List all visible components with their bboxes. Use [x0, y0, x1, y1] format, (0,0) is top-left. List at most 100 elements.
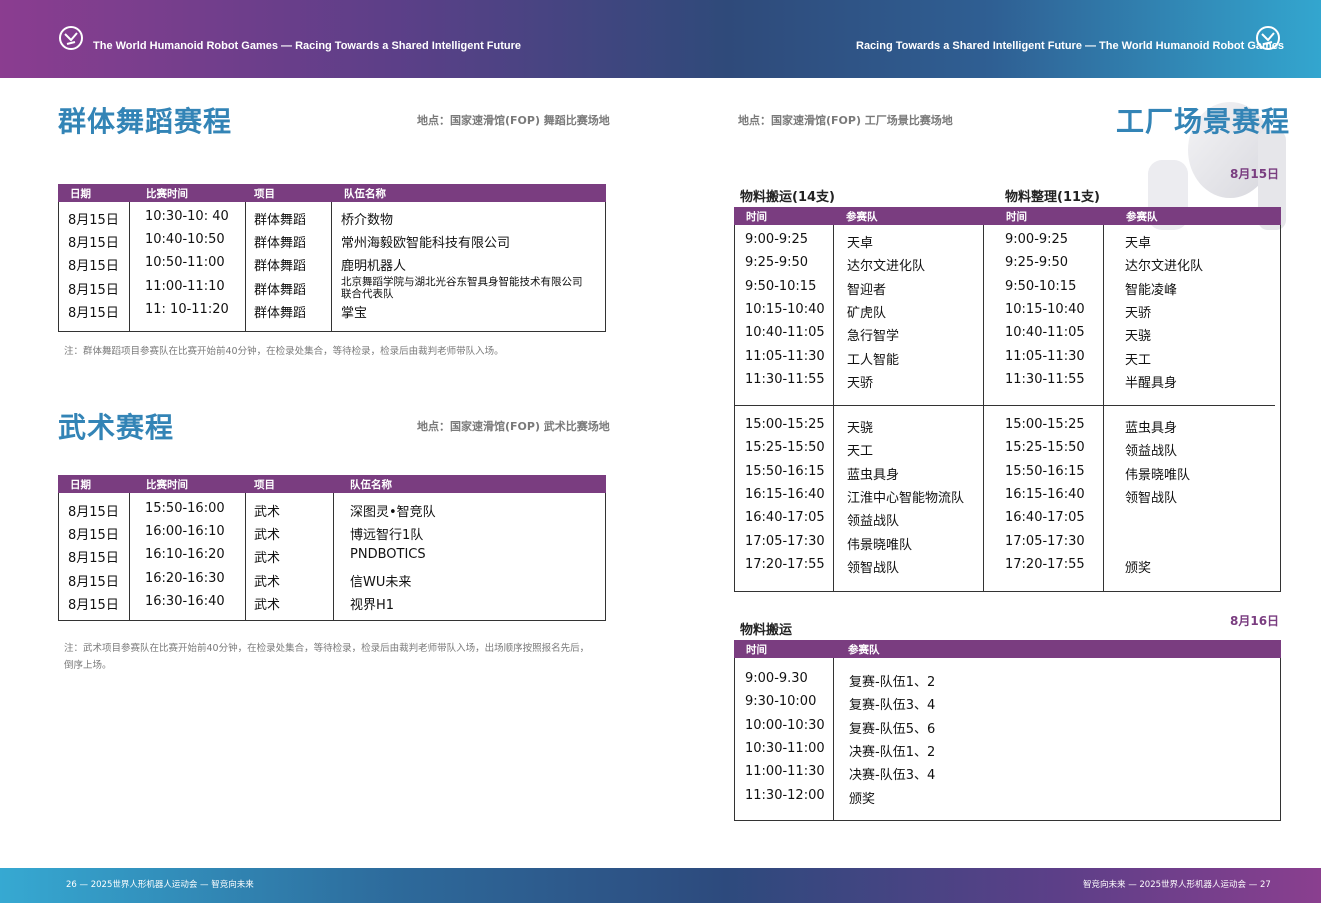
row-time: 10:30-10: 40 [145, 209, 229, 224]
row-team: 天卓 [1125, 236, 1152, 251]
row-time: 11: 10-11:20 [145, 301, 229, 317]
row-time: 10:30-11:00 [745, 740, 825, 756]
row-time: 11:00-11:10 [145, 278, 225, 294]
row-event: 群体舞蹈 [254, 236, 307, 252]
row-date: 8月15日 [68, 597, 119, 613]
row-date: 8月15日 [68, 305, 119, 321]
row-team: 蓝虫具身 [1125, 421, 1178, 436]
wushu-venue: 地点：国家速滑馆(FOP) 武术比赛场地 [417, 420, 610, 433]
row-time: 16:30-16:40 [145, 593, 225, 609]
row-time: 10:00-10:30 [745, 717, 825, 733]
row-team: 复赛-队伍1、2 [849, 675, 936, 690]
row-team: 桥介数物 [341, 213, 394, 228]
footer-right-text: 智竞向未来 — 2025世界人形机器人运动会 — 27 [1083, 880, 1271, 890]
col-team: 队伍名称 [350, 479, 392, 491]
row-time: 15:00-15:25 [745, 417, 825, 432]
row-time: 11:30-11:55 [745, 371, 825, 387]
row-team: 天骁 [847, 421, 874, 436]
col-date: 日期 [70, 188, 91, 200]
wushu-table-header: 日期 比赛时间 项目 队伍名称 [58, 475, 606, 493]
row-team: 伟景晓唯队 [847, 537, 913, 553]
row-team: 天骁 [1125, 329, 1152, 345]
dance-venue: 地点：国家速滑馆(FOP) 舞蹈比赛场地 [417, 114, 610, 127]
row-time: 15:50-16:00 [145, 501, 225, 516]
row-team: 决赛-队伍1、2 [849, 744, 936, 760]
col-time: 比赛时间 [146, 479, 188, 491]
col-time-a: 时间 [746, 211, 767, 223]
col-team-c: 参赛队 [848, 644, 880, 656]
row-team: 工人智能 [847, 352, 900, 368]
row-team: 博远智行1队 [350, 528, 424, 544]
row-event: 武术 [254, 574, 281, 590]
row-team: 深图灵•智竞队 [350, 505, 436, 520]
row-team: 复赛-队伍5、6 [849, 721, 936, 737]
row-date: 8月15日 [68, 551, 119, 567]
row-time: 16:40-17:05 [745, 510, 825, 526]
factory-sub-b: 物料整理(11支) [1005, 190, 1100, 205]
row-time: 9:25-9:50 [1005, 255, 1069, 271]
col-date: 日期 [70, 479, 91, 491]
row-time: 10:40-10:50 [145, 232, 225, 248]
col-time-c: 时间 [746, 644, 767, 656]
row-time: 15:50-16:15 [1005, 463, 1085, 479]
factory-day2-label: 8月16日 [1230, 614, 1280, 628]
row-team: 掌宝 [341, 305, 368, 321]
row-event: 武术 [254, 505, 281, 520]
dance-table-header: 日期 比赛时间 项目 队伍名称 [58, 184, 606, 202]
row-team: 领益战队 [847, 514, 900, 530]
row-team: 北京舞蹈学院与湖北光谷东智具身智能技术有限公司 [341, 275, 583, 288]
row-date: 8月15日 [68, 236, 119, 252]
row-event: 群体舞蹈 [254, 282, 307, 298]
row-team: PNDBOTICS [350, 547, 426, 563]
row-team: 达尔文进化队 [847, 259, 926, 275]
row-event: 群体舞蹈 [254, 213, 307, 228]
header-bar [0, 0, 1321, 78]
col-time: 比赛时间 [146, 188, 188, 200]
row-date: 8月15日 [68, 574, 119, 590]
row-team: 颁奖 [849, 791, 876, 807]
col-event: 项目 [254, 188, 275, 200]
row-team: 决赛-队伍3、4 [849, 768, 936, 784]
wushu-note-line1: 注：武术项目参赛队在比赛开始前40分钟，在检录处集合，等待检录，检录后由裁判老师… [64, 643, 590, 654]
factory-day1-header: 时间 参赛队 时间 参赛队 [734, 207, 1281, 225]
factory-title: 工厂场景赛程 [1116, 105, 1291, 138]
games-logo-icon [59, 26, 83, 50]
row-time: 9:25-9:50 [745, 255, 809, 271]
row-time: 10:15-10:40 [745, 301, 825, 317]
row-time: 10:40-11:05 [1005, 325, 1085, 341]
wushu-table: 日期 比赛时间 项目 队伍名称 8月15日 15:50-16:00 武术 深图灵•智竞… [58, 475, 606, 621]
factory-sub-a: 物料搬运(14支) [740, 190, 835, 205]
row-team: 蓝虫具身 [847, 467, 900, 483]
row-time: 9:30-10:00 [745, 694, 817, 710]
row-time: 11:30-11:55 [1005, 371, 1085, 387]
row-time: 11:05-11:30 [1005, 348, 1085, 364]
row-time: 11:05-11:30 [745, 348, 825, 364]
row-time: 15:25-15:50 [1005, 440, 1085, 456]
row-team: 智迎者 [847, 282, 887, 298]
row-time: 15:50-16:15 [745, 463, 825, 479]
dance-table: 日期 比赛时间 项目 队伍名称 8月15日 10:30-10: 40 群体舞蹈 桥介数… [58, 184, 606, 332]
row-time: 10:40-11:05 [745, 325, 825, 341]
row-event: 群体舞蹈 [254, 305, 307, 321]
row-team: 急行智学 [847, 329, 900, 345]
row-team: 伟景晓唯队 [1125, 467, 1191, 483]
row-date: 8月15日 [68, 213, 119, 228]
col-team: 队伍名称 [344, 188, 386, 200]
row-time: 16:10-16:20 [145, 547, 225, 563]
row-time: 9:00-9.30 [745, 671, 808, 686]
footer-left-text: 26 — 2025世界人形机器人运动会 — 智竞向未来 [66, 880, 254, 890]
row-team-line2: 联合代表队 [341, 287, 394, 300]
row-date: 8月15日 [68, 282, 119, 298]
factory-day1-table: 时间 参赛队 时间 参赛队 9:00-9:25 天卓 9:25-9:50 达尔文进化队… [734, 207, 1281, 592]
col-time-b: 时间 [1006, 211, 1027, 223]
row-time: 9:50-10:15 [745, 278, 817, 294]
row-team: 领智战队 [847, 560, 900, 576]
row-time: 17:05-17:30 [745, 533, 825, 549]
row-team: 视界H1 [350, 597, 395, 613]
wushu-note: 注：武术项目参赛队在比赛开始前40分钟，在检录处集合，等待检录，检录后由裁判老师… [64, 640, 604, 674]
row-time: 11:30-12:00 [745, 787, 825, 803]
row-time: 10:15-10:40 [1005, 301, 1085, 317]
row-event: 武术 [254, 528, 281, 544]
row-time: 9:50-10:15 [1005, 278, 1077, 294]
factory-day1-label: 8月15日 [1230, 167, 1280, 181]
